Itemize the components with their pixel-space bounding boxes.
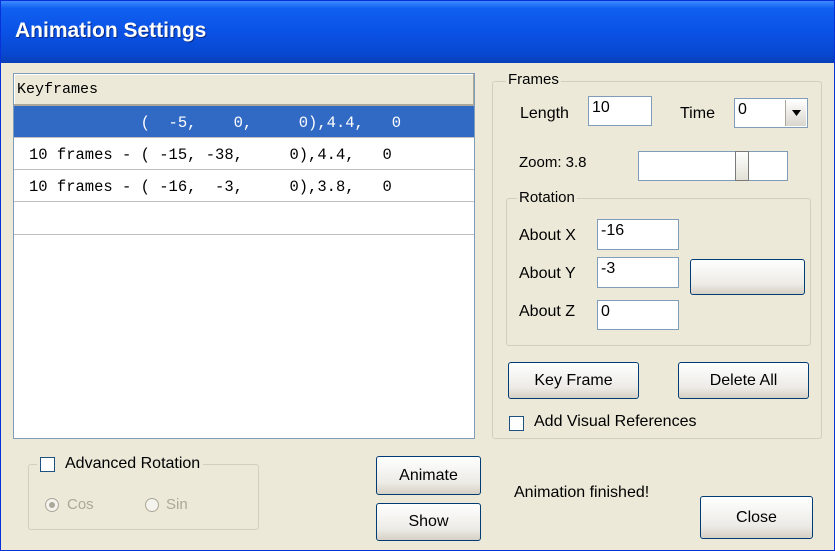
about-y-input[interactable]: -3 <box>597 257 679 288</box>
about-z-input[interactable]: 0 <box>597 300 679 330</box>
keyframes-column-header[interactable]: Keyframes <box>14 74 474 106</box>
show-button[interactable]: Show <box>376 503 481 541</box>
key-frame-button[interactable]: Key Frame <box>508 362 639 399</box>
time-select-value: 0 <box>738 101 747 118</box>
time-select[interactable]: 0 <box>734 98 808 128</box>
length-input[interactable]: 10 <box>588 96 652 126</box>
animation-settings-window: Animation Settings Keyframes ( -5, 0, 0)… <box>0 0 835 551</box>
time-label: Time <box>680 105 715 122</box>
frames-group-label: Frames <box>506 71 561 88</box>
about-x-label: About X <box>519 227 576 244</box>
about-x-input[interactable]: -16 <box>597 219 679 250</box>
zoom-slider[interactable] <box>638 151 788 181</box>
set-position-button[interactable] <box>690 259 805 295</box>
title-bar[interactable]: Animation Settings <box>1 1 834 63</box>
zoom-label: Zoom: 3.8 <box>519 154 587 171</box>
keyframe-row[interactable]: 10 frames - ( -15, -38, 0),4.4, 0 <box>14 138 474 170</box>
advanced-rotation-label: Advanced Rotation <box>65 455 201 472</box>
add-visual-references-label: Add Visual References <box>534 413 697 430</box>
keyframe-row-empty[interactable] <box>14 202 474 235</box>
sin-radio-label: Sin <box>166 496 188 513</box>
keyframes-list[interactable]: Keyframes ( -5, 0, 0),4.4, 0 10 frames -… <box>13 73 475 439</box>
window-title: Animation Settings <box>15 19 207 42</box>
keyframe-row[interactable]: 10 frames - ( -16, -3, 0),3.8, 0 <box>14 170 474 202</box>
advanced-rotation-group <box>28 464 259 530</box>
cos-radio[interactable] <box>45 498 59 512</box>
delete-all-button[interactable]: Delete All <box>678 362 809 399</box>
rotation-group-label: Rotation <box>517 189 577 206</box>
sin-radio[interactable] <box>145 498 159 512</box>
keyframe-row[interactable]: ( -5, 0, 0),4.4, 0 <box>14 106 474 138</box>
about-z-label: About Z <box>519 303 576 320</box>
about-y-label: About Y <box>519 265 576 282</box>
cos-radio-label: Cos <box>67 496 94 513</box>
advanced-rotation-checkbox[interactable] <box>40 456 55 472</box>
chevron-down-icon[interactable] <box>785 100 806 126</box>
animate-button[interactable]: Animate <box>376 456 481 495</box>
status-text: Animation finished! <box>514 484 650 501</box>
advanced-rotation-legend: Advanced Rotation <box>37 455 204 473</box>
add-visual-references-checkbox[interactable] <box>509 416 524 431</box>
close-button[interactable]: Close <box>700 496 813 539</box>
zoom-slider-thumb[interactable] <box>735 151 749 181</box>
length-label: Length <box>520 105 569 122</box>
